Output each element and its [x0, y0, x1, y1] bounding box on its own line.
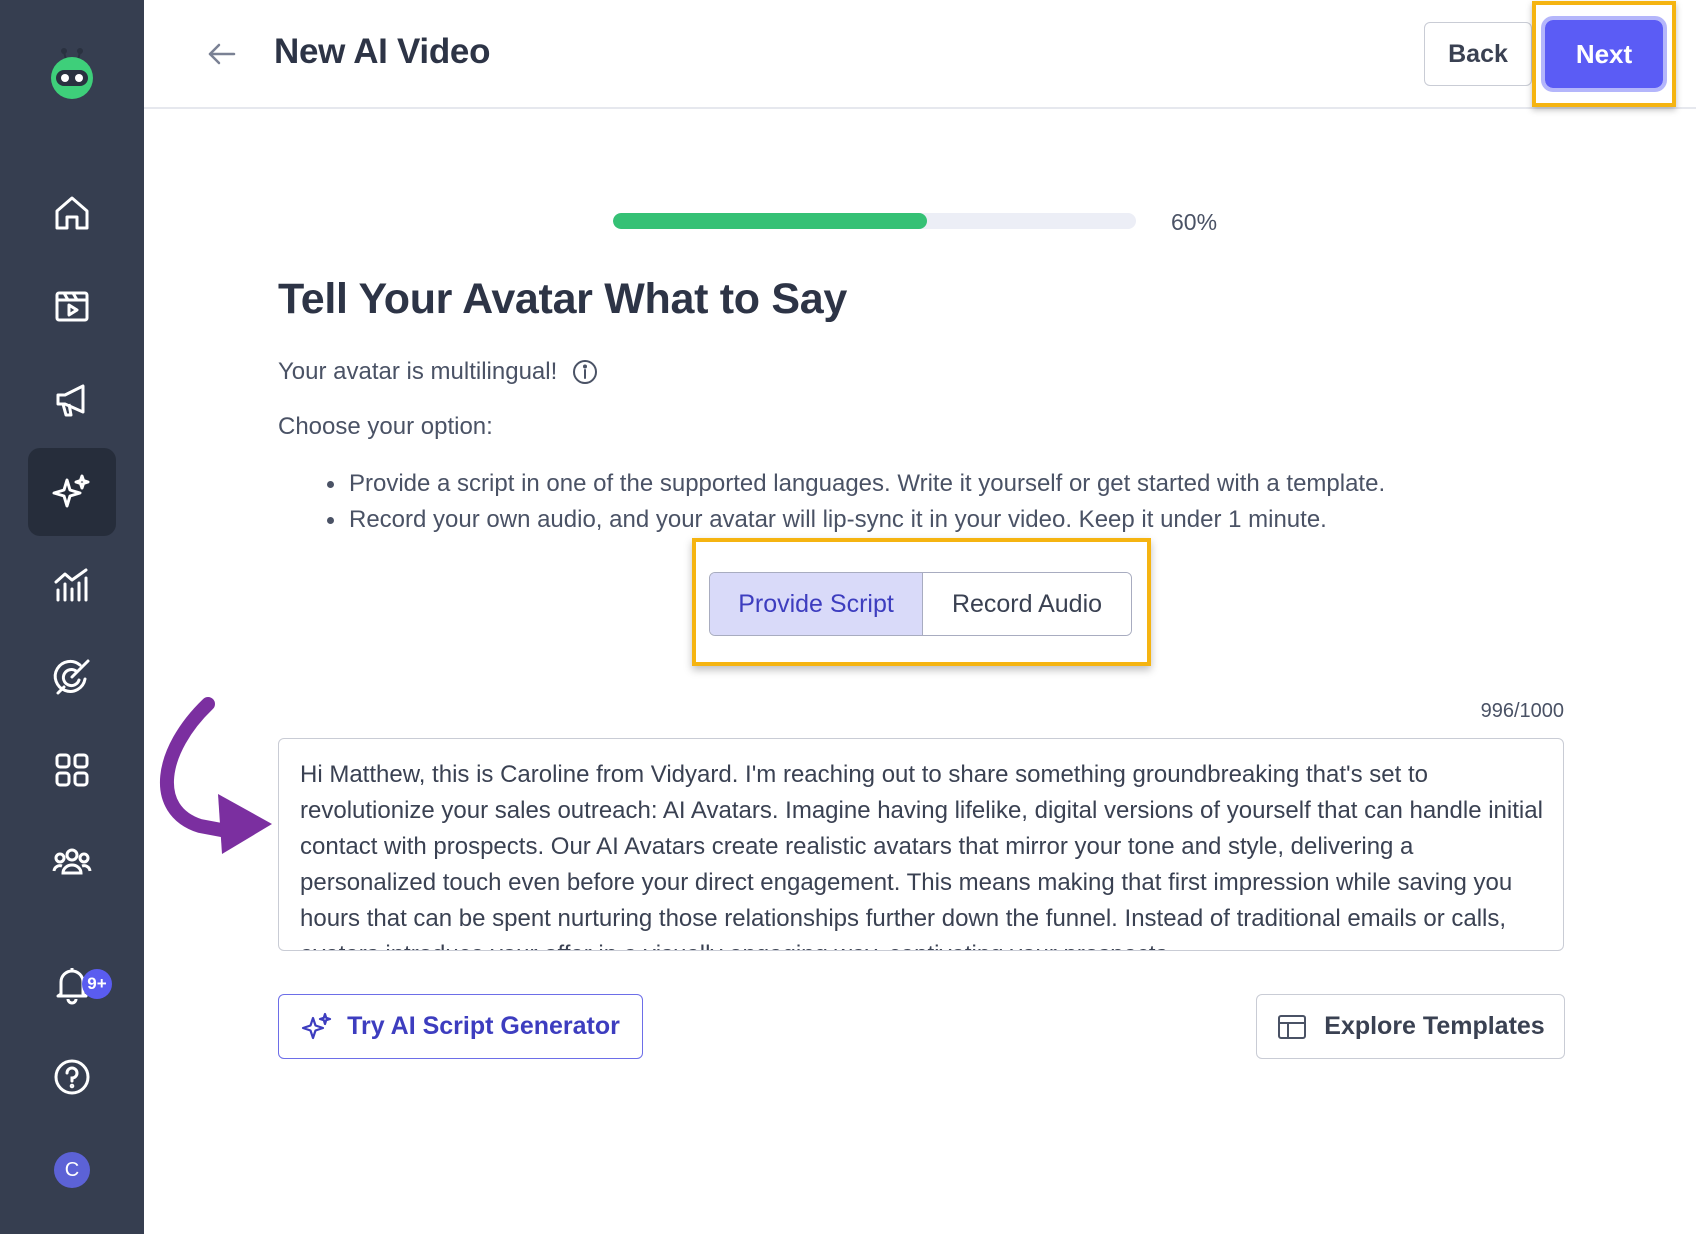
list-item: Provide a script in one of the supported…	[325, 466, 1385, 502]
vidyard-logo-icon[interactable]	[44, 46, 100, 102]
ai-script-generator-label: Try AI Script Generator	[347, 1012, 620, 1040]
explore-templates-label: Explore Templates	[1324, 1012, 1545, 1040]
back-arrow-icon[interactable]	[202, 34, 242, 74]
list-item: Record your own audio, and your avatar w…	[325, 502, 1385, 538]
sidebar-item-campaigns[interactable]	[28, 356, 116, 444]
sidebar: 9+ C	[0, 0, 144, 1234]
script-mode-selector: Provide Script Record Audio	[709, 572, 1132, 636]
help-icon	[54, 1059, 90, 1095]
next-button[interactable]: Next	[1541, 16, 1667, 92]
sidebar-item-analytics[interactable]	[28, 541, 116, 629]
notification-badge: 9+	[82, 969, 112, 999]
choose-option-label: Choose your option:	[278, 413, 493, 440]
apps-grid-icon	[55, 753, 89, 787]
megaphone-icon	[56, 384, 85, 417]
sidebar-item-integrations[interactable]	[28, 633, 116, 721]
sidebar-item-ai-avatars[interactable]	[28, 448, 116, 536]
sidebar-item-videos[interactable]	[28, 262, 116, 350]
section-heading: Tell Your Avatar What to Say	[278, 275, 848, 323]
template-icon	[1278, 1014, 1307, 1039]
ai-sparkles-icon	[52, 474, 90, 508]
user-avatar[interactable]: C	[54, 1152, 90, 1188]
analytics-icon	[54, 568, 88, 602]
sidebar-item-help[interactable]	[28, 1033, 116, 1121]
ai-script-generator-button[interactable]: Try AI Script Generator	[278, 994, 643, 1059]
page-title: New AI Video	[274, 32, 491, 71]
progress-label: 60%	[1171, 209, 1218, 235]
option-list: Provide a script in one of the supported…	[325, 466, 1385, 538]
team-icon	[52, 848, 92, 875]
sidebar-item-team[interactable]	[28, 818, 116, 906]
video-library-icon	[55, 291, 89, 322]
progress-bar	[613, 213, 1136, 229]
sidebar-item-home[interactable]	[28, 169, 116, 257]
multilingual-note: Your avatar is multilingual!	[278, 358, 599, 386]
tab-record-audio[interactable]: Record Audio	[923, 573, 1131, 635]
tab-provide-script[interactable]: Provide Script	[710, 573, 923, 635]
integrations-icon	[53, 659, 90, 695]
back-button[interactable]: Back	[1424, 22, 1532, 86]
annotation-arrow-icon	[160, 697, 272, 854]
info-icon[interactable]	[571, 358, 599, 386]
multilingual-text: Your avatar is multilingual!	[278, 358, 558, 385]
ai-sparkles-icon	[302, 1012, 332, 1039]
sidebar-item-apps[interactable]	[28, 726, 116, 814]
explore-templates-button[interactable]: Explore Templates	[1256, 994, 1565, 1059]
character-count: 996/1000	[1480, 700, 1564, 722]
script-textarea[interactable]: Hi Matthew, this is Caroline from Vidyar…	[278, 738, 1564, 951]
home-icon	[55, 196, 89, 230]
top-header: New AI Video Back Next	[144, 0, 1696, 109]
progress-bar-fill	[613, 213, 927, 229]
